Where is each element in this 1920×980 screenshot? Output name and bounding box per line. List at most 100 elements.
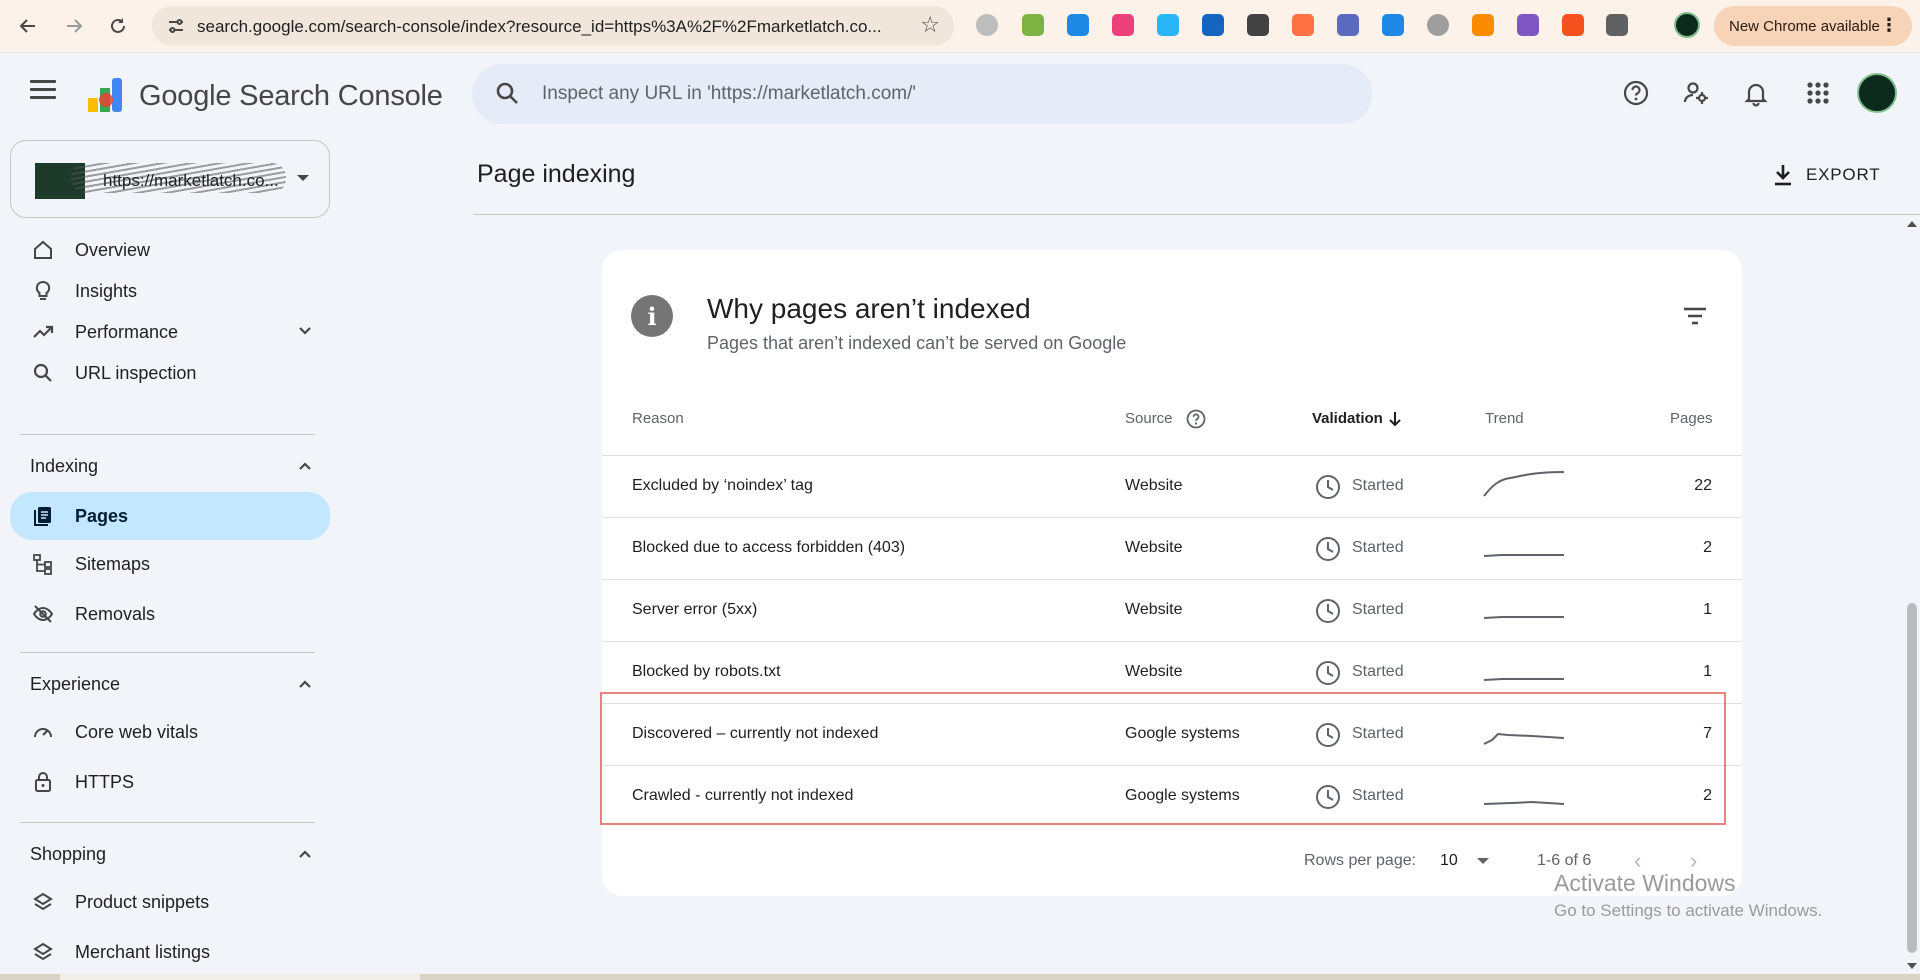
extension-icon[interactable] [1202,14,1224,36]
back-button[interactable] [12,10,44,42]
property-name: https://marketlatch.co... [103,171,279,190]
new-chrome-label: New Chrome available [1729,17,1880,35]
url-inspection-search[interactable]: Inspect any URL in 'https://marketlatch.… [472,64,1372,124]
visibility-off-icon [32,605,54,623]
extension-icon[interactable] [1157,14,1179,36]
reload-icon [111,18,125,33]
chevron-up-icon [299,462,311,470]
app-header: Google Search Console Inspect any URL in… [0,54,1920,134]
notifications-icon[interactable] [1741,78,1771,108]
url-text[interactable]: search.google.com/search-console/index?r… [197,17,897,37]
sidebar-item-product-snippets[interactable]: Product snippets [10,880,330,924]
pages-icon [34,507,51,526]
property-selector[interactable]: https://marketlatch.co... [10,140,330,218]
profile-avatar[interactable] [1674,12,1700,38]
extension-icon[interactable] [1472,14,1494,36]
section-shopping[interactable]: Shopping [10,834,330,874]
sidebar-item-url-inspection[interactable]: URL inspection [10,351,330,395]
column-header-reason[interactable]: Reason [632,410,684,427]
download-icon [1775,165,1791,186]
extension-icon[interactable] [1292,14,1314,36]
scrollbar-thumb[interactable] [60,974,420,980]
extension-icon[interactable] [1022,14,1044,36]
horizontal-scrollbar[interactable] [0,974,1920,980]
sidebar-item-label: Core web vitals [75,722,199,742]
new-chrome-available-button[interactable]: New Chrome available ⋮ [1714,6,1912,46]
sidebar-item-performance[interactable]: Performance [10,310,330,354]
extension-icon[interactable] [1427,14,1449,36]
reload-button[interactable] [102,10,134,42]
scroll-up-arrow[interactable] [1907,221,1917,227]
apps-icon[interactable] [1803,78,1833,108]
column-header-pages[interactable]: Pages [1670,410,1713,427]
info-icon: i [631,295,673,337]
sidebar-item-overview[interactable]: Overview [10,228,330,272]
main-menu-icon[interactable] [30,80,56,102]
search-console-logo [88,78,122,112]
bookmark-star-icon[interactable]: ☆ [920,12,940,38]
table-row[interactable]: Server error (5xx) Website Started 1 [602,579,1742,641]
trend-sparkline [1483,554,1564,557]
extension-icon[interactable] [1067,14,1089,36]
speed-icon [34,728,52,738]
account-avatar[interactable] [1857,73,1897,113]
sidebar-item-merchant-listings[interactable]: Merchant listings [10,930,330,974]
extension-icon[interactable] [1112,14,1134,36]
clock-icon [1316,475,1340,499]
arrow-left-icon [19,19,35,33]
validation-status: Started [1352,539,1404,556]
column-header-validation[interactable]: Validation [1312,410,1383,427]
validation-status: Started [1352,663,1404,680]
manage-users-icon[interactable] [1681,78,1711,108]
help-icon[interactable] [1621,78,1651,108]
sidebar-item-sitemaps[interactable]: Sitemaps [10,542,330,586]
extension-icon[interactable] [1562,14,1584,36]
extension-icon[interactable] [976,14,998,36]
help-icon[interactable] [1185,408,1207,430]
address-bar[interactable]: search.google.com/search-console/index?r… [152,6,954,46]
puzzle-extensions-icon[interactable] [1606,14,1628,36]
section-experience[interactable]: Experience [10,664,330,704]
watermark-line-1: Activate Windows [1554,870,1736,896]
extension-icon[interactable] [1337,14,1359,36]
pages-count: 1 [1703,663,1712,680]
source-cell: Website [1125,663,1183,680]
filter-icon[interactable] [1682,306,1708,326]
search-icon [496,82,518,104]
sidebar-item-https[interactable]: HTTPS [10,760,330,804]
sidebar-item-insights[interactable]: Insights [10,269,330,313]
extension-icon[interactable] [1382,14,1404,36]
chevron-up-icon [299,850,311,858]
caret-down-icon[interactable] [1477,858,1489,864]
sidebar-item-core-web-vitals[interactable]: Core web vitals [10,710,330,754]
sidebar-item-pages[interactable]: Pages [10,492,330,540]
site-settings-icon[interactable] [166,16,186,36]
column-header-source[interactable]: Source [1125,410,1173,427]
reason-cell: Blocked due to access forbidden (403) [632,539,906,556]
reason-cell: Excluded by ‘noindex’ tag [632,477,813,494]
extension-icon[interactable] [1247,14,1269,36]
extension-icon[interactable] [1517,14,1539,36]
pages-count: 22 [1694,477,1712,494]
rows-per-page-select[interactable]: 10 [1440,852,1458,870]
table-row[interactable]: Blocked due to access forbidden (403) Web… [602,517,1742,579]
source-cell: Website [1125,601,1183,618]
sidebar-divider [20,822,315,823]
rows-per-page-label: Rows per page: [1304,852,1417,869]
sidebar-item-label: Performance [75,322,179,342]
export-button[interactable]: EXPORT [1772,160,1880,190]
arrow-down-icon[interactable] [1387,410,1403,428]
trend-sparkline [1483,616,1564,619]
scroll-down-arrow[interactable] [1907,963,1917,969]
sidebar-item-removals[interactable]: Removals [10,592,330,636]
sidebar-item-label: Overview [75,240,151,260]
pagination-range: 1-6 of 6 [1537,852,1592,869]
sidebar-item-label: HTTPS [75,772,135,792]
vertical-scrollbar[interactable] [1904,215,1920,980]
section-indexing[interactable]: Indexing [10,446,330,486]
scrollbar-thumb[interactable] [1907,603,1917,953]
table-row[interactable]: Excluded by ‘noindex’ tag Website Started 2… [602,455,1742,517]
product-title: Google Search Console [139,80,443,112]
lightbulb-icon [35,280,51,300]
forward-button[interactable] [58,10,90,42]
